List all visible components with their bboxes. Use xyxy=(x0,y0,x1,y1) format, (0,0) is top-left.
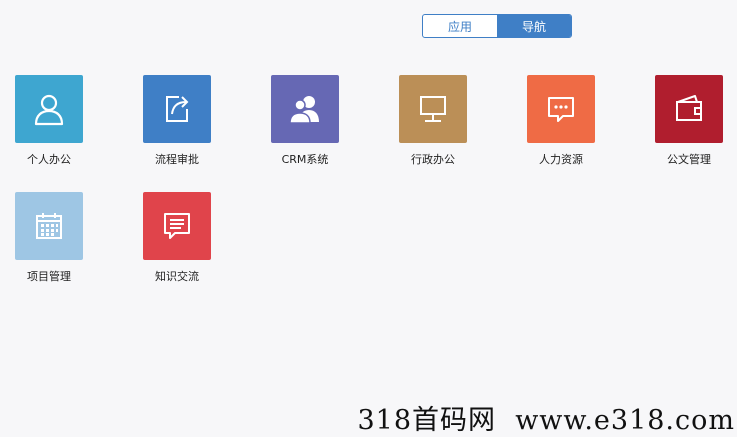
tile-document-management[interactable]: 公文管理 xyxy=(649,75,729,167)
tile-label: CRM系统 xyxy=(281,153,329,166)
wallet-icon xyxy=(676,95,702,121)
tile-document-management-icon-box xyxy=(655,75,723,143)
tile-personal-office-icon-box xyxy=(15,75,83,143)
tile-knowledge-exchange-icon-box xyxy=(143,192,211,260)
tile-label: 流程审批 xyxy=(155,153,199,166)
chat-dots-icon xyxy=(548,97,574,122)
tile-label: 知识交流 xyxy=(155,270,199,283)
tile-label: 行政办公 xyxy=(411,153,455,166)
monitor-icon xyxy=(420,96,446,122)
tile-label: 项目管理 xyxy=(27,270,71,283)
tile-admin-office-icon-box xyxy=(399,75,467,143)
tile-personal-office[interactable]: 个人办公 xyxy=(9,75,89,167)
users-icon xyxy=(289,96,319,124)
watermark-text: 318首码网 www.e318.com xyxy=(357,405,735,436)
calendar-icon xyxy=(36,213,62,239)
message-icon xyxy=(164,213,190,239)
tab-navigation[interactable]: 导航 xyxy=(497,15,571,37)
tile-knowledge-exchange[interactable]: 知识交流 xyxy=(137,192,217,284)
tile-human-resources[interactable]: 人力资源 xyxy=(521,75,601,167)
tile-project-management-icon-box xyxy=(15,192,83,260)
view-tabs: 应用 导航 xyxy=(422,14,572,38)
tile-project-management[interactable]: 项目管理 xyxy=(9,192,89,284)
tab-apps[interactable]: 应用 xyxy=(423,15,497,37)
tile-label: 个人办公 xyxy=(27,153,71,166)
tile-human-resources-icon-box xyxy=(527,75,595,143)
tile-label: 公文管理 xyxy=(667,153,711,166)
tile-label: 人力资源 xyxy=(539,153,583,166)
tile-process-approval[interactable]: 流程审批 xyxy=(137,75,217,167)
person-icon xyxy=(34,94,64,126)
share-icon xyxy=(166,96,189,122)
tile-crm-system[interactable]: CRM系统 xyxy=(265,75,345,167)
tile-process-approval-icon-box xyxy=(143,75,211,143)
tile-admin-office[interactable]: 行政办公 xyxy=(393,75,473,167)
tile-crm-system-icon-box xyxy=(271,75,339,143)
